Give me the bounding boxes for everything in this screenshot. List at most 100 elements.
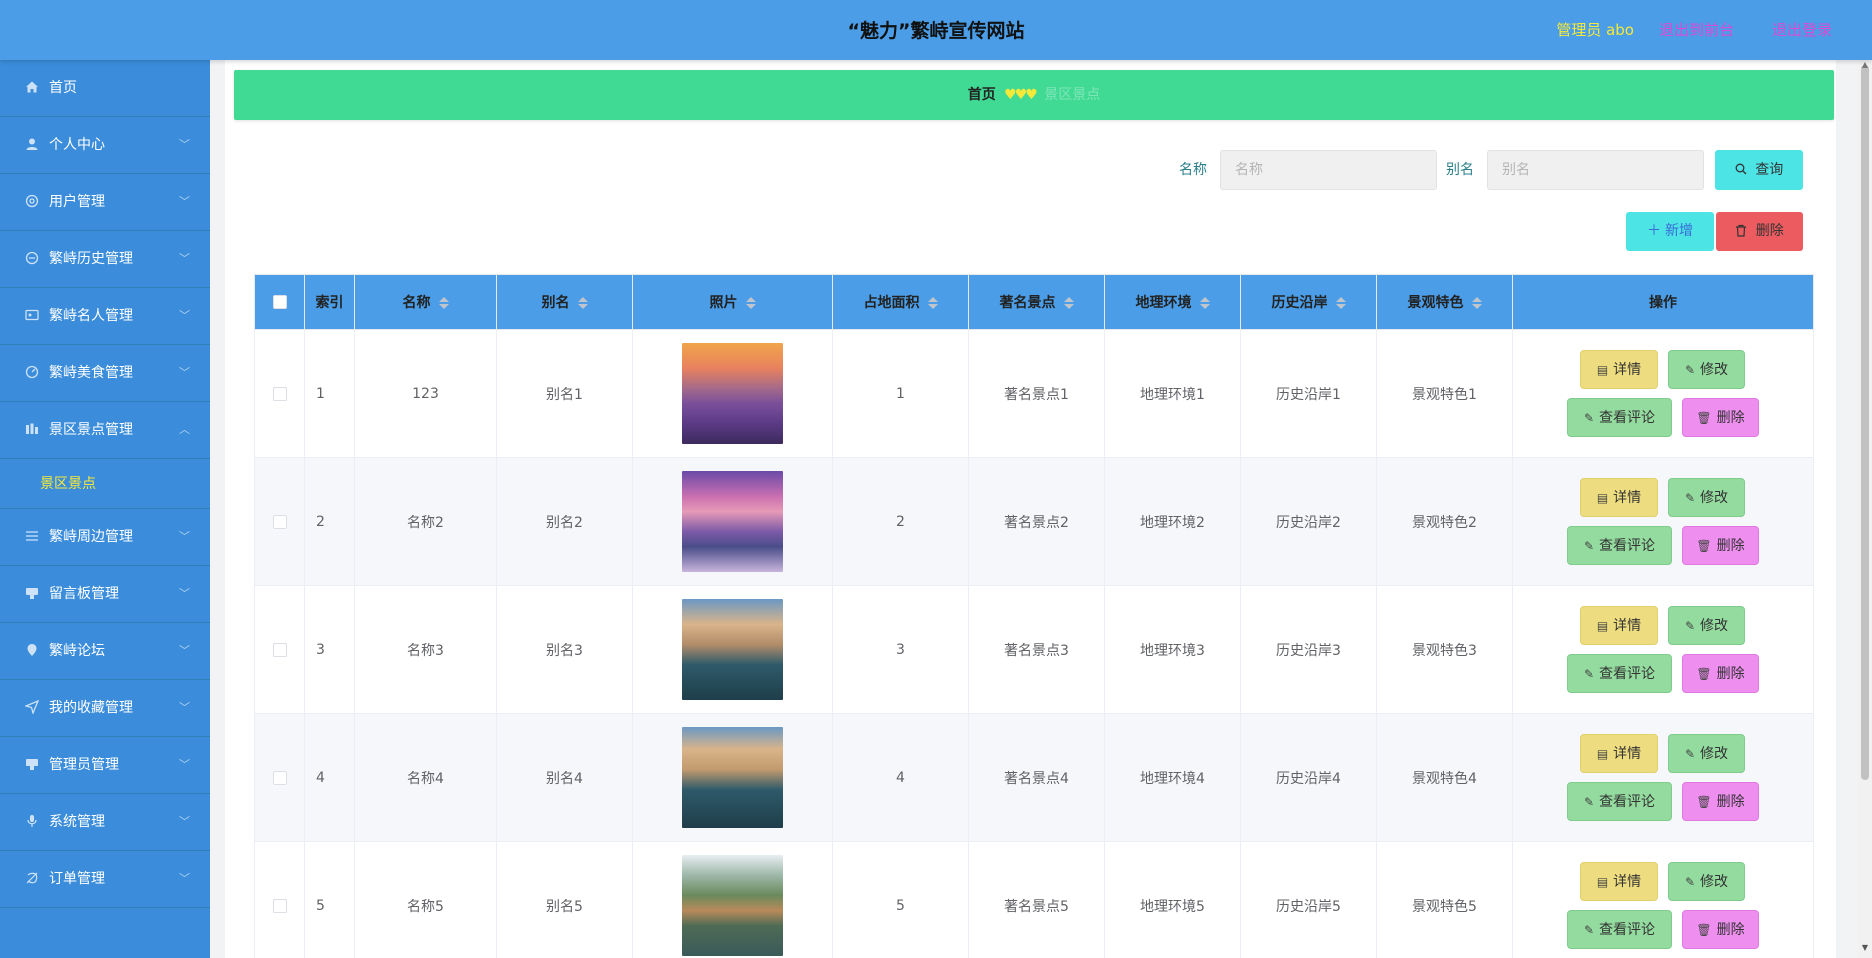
sidebar-item-favorites[interactable]: 我的收藏管理 ﹀ [0,680,210,737]
sort-icon[interactable] [745,297,756,309]
delete-row-button[interactable]: 🗑 删除 [1682,654,1759,693]
sidebar-item-users[interactable]: 用户管理 ﹀ [0,174,210,231]
detail-button[interactable]: ▤ 详情 [1580,350,1658,389]
view-comments-button[interactable]: ✎ 查看评论 [1567,398,1672,437]
cell-index: 5 [304,841,355,958]
alias-search-input[interactable] [1487,150,1704,190]
edit-button[interactable]: ✎ 修改 [1668,862,1745,901]
sidebar-item-label: 系统管理 [49,814,105,830]
sidebar-item-scenic[interactable]: 景区景点管理 ︿ [0,402,210,459]
header-photo[interactable]: 照片 [632,274,833,330]
batch-delete-button[interactable]: 删除 [1716,212,1803,251]
chevron-down-icon: ﹀ [179,815,190,828]
pencil-icon: ✎ [1684,363,1696,377]
header-label: 景观特色 [1407,295,1464,311]
sidebar-item-surroundings[interactable]: 繁峙周边管理 ﹀ [0,509,210,566]
sort-icon[interactable] [438,297,449,309]
cell-name: 123 [354,329,497,458]
sort-icon[interactable] [1063,297,1074,309]
sidebar-item-admins[interactable]: 管理员管理 ﹀ [0,737,210,794]
cell-history: 历史沿岸5 [1240,841,1377,958]
sidebar-item-home[interactable]: 首页 [0,60,210,117]
sidebar-item-forum[interactable]: 繁峙论坛 ﹀ [0,623,210,680]
sidebar-item-label: 管理员管理 [49,757,119,773]
sidebar-item-history[interactable]: 繁峙历史管理 ﹀ [0,231,210,288]
detail-button[interactable]: ▤ 详情 [1580,606,1658,645]
row-checkbox[interactable] [272,898,287,913]
chevron-down-icon: ﹀ [179,701,190,714]
users-icon [24,194,40,210]
sidebar-item-celebrities[interactable]: 繁峙名人管理 ﹀ [0,288,210,345]
sidebar: 首页 个人中心 ﹀ 用户管理 ﹀ 繁峙历史管理 ﹀ 繁峙名人管理 ﹀ 繁峙美食管… [0,60,210,958]
view-comments-button[interactable]: ✎ 查看评论 [1567,782,1672,821]
photo-thumbnail[interactable] [682,727,783,828]
logout-link[interactable]: 退出登录 [1772,0,1832,60]
detail-label: 详情 [1613,362,1642,378]
query-button[interactable]: 查询 [1715,150,1803,190]
sidebar-item-label: 首页 [49,80,77,96]
sidebar-item-food[interactable]: 繁峙美食管理 ﹀ [0,345,210,402]
photo-thumbnail[interactable] [682,599,783,700]
view-comments-button[interactable]: ✎ 查看评论 [1567,910,1672,949]
view-comments-button[interactable]: ✎ 查看评论 [1567,654,1672,693]
photo-thumbnail[interactable] [682,471,783,572]
cell-photo [632,713,833,842]
detail-button[interactable]: ▤ 详情 [1580,734,1658,773]
search-icon [1735,162,1755,178]
edit-button[interactable]: ✎ 修改 [1668,606,1745,645]
delete-row-button[interactable]: 🗑 删除 [1682,526,1759,565]
document-icon: ▤ [1596,491,1609,505]
cell-actions: ▤ 详情 ✎ 修改 ✎ 查看评论 🗑 删除 [1512,457,1814,586]
edit-button[interactable]: ✎ 修改 [1668,478,1745,517]
delete-row-button[interactable]: 🗑 删除 [1682,782,1759,821]
sort-icon[interactable] [1471,297,1482,309]
breadcrumb-home[interactable]: 首页 [968,87,996,103]
scroll-down-arrow-icon[interactable]: ▼ [1859,942,1871,954]
row-checkbox[interactable] [272,770,287,785]
name-search-input[interactable] [1220,150,1437,190]
back-to-front-link[interactable]: 退出到前台 [1659,0,1734,60]
scrollbar-thumb[interactable] [1861,65,1869,780]
detail-button[interactable]: ▤ 详情 [1580,862,1658,901]
sort-icon[interactable] [577,297,588,309]
submenu-scenic-spots[interactable]: 景区景点 [0,459,210,509]
chevron-down-icon: ﹀ [179,195,190,208]
header-geo[interactable]: 地理环境 [1104,274,1241,330]
row-checkbox[interactable] [272,642,287,657]
cell-index: 4 [304,713,355,842]
remove-label: 删除 [1716,538,1745,554]
header-history[interactable]: 历史沿岸 [1240,274,1377,330]
sort-icon[interactable] [1335,297,1346,309]
header-label: 占地面积 [863,295,920,311]
sidebar-item-messages[interactable]: 留言板管理 ﹀ [0,566,210,623]
photo-thumbnail[interactable] [682,855,783,956]
favorite-icon [24,699,40,716]
sidebar-item-orders[interactable]: 订单管理 ﹀ [0,851,210,908]
select-all-checkbox[interactable] [272,295,287,309]
edit-button[interactable]: ✎ 修改 [1668,734,1745,773]
row-checkbox[interactable] [272,514,287,529]
sidebar-item-personal[interactable]: 个人中心 ﹀ [0,117,210,174]
view-comments-button[interactable]: ✎ 查看评论 [1567,526,1672,565]
header-spot[interactable]: 著名景点 [968,274,1105,330]
delete-row-button[interactable]: 🗑 删除 [1682,910,1759,949]
add-button[interactable]: ＋新增 [1626,212,1714,251]
sidebar-item-system[interactable]: 系统管理 ﹀ [0,794,210,851]
header-feature[interactable]: 景观特色 [1376,274,1513,330]
header-name[interactable]: 名称 [354,274,497,330]
header-alias[interactable]: 别名 [496,274,633,330]
table-row: 1 123 别名1 1 著名景点1 地理环境1 历史沿岸1 景观特色1 ▤ 详情 … [254,329,1814,458]
edit-button[interactable]: ✎ 修改 [1668,350,1745,389]
detail-button[interactable]: ▤ 详情 [1580,478,1658,517]
photo-thumbnail[interactable] [682,343,783,444]
sort-icon[interactable] [927,297,938,309]
sort-icon[interactable] [1199,297,1210,309]
delete-row-button[interactable]: 🗑 删除 [1682,398,1759,437]
header-area[interactable]: 占地面积 [832,274,969,330]
chevron-down-icon: ﹀ [179,366,190,379]
row-checkbox[interactable] [272,386,287,401]
breadcrumb: 首页 ♥♥♥ 景区景点 [234,70,1834,120]
chevron-down-icon: ﹀ [179,530,190,543]
pencil-icon: ✎ [1684,619,1696,633]
chevron-down-icon: ﹀ [179,587,190,600]
